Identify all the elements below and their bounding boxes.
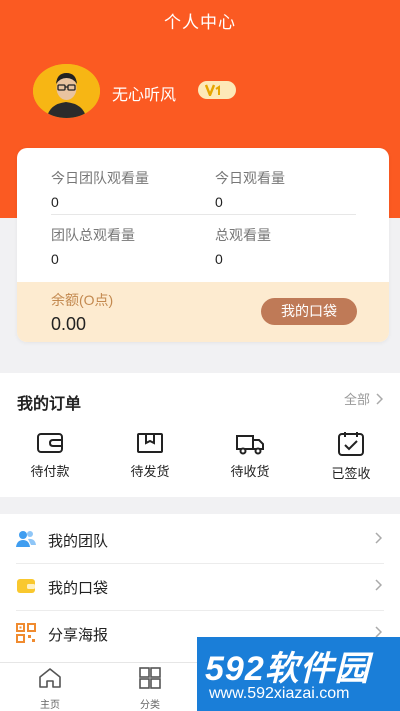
home-icon [39,668,61,688]
stat-today-views: 今日观看量 0 [215,168,285,210]
menu-label: 分享海报 [48,627,109,644]
stats-card: 今日团队观看量 0 今日观看量 0 团队总观看量 0 总观看量 0 余额(O点)… [17,148,389,342]
stat-value: 0 [215,251,223,267]
my-pocket-button[interactable]: 我的口袋 [261,298,357,325]
menu-item-my-pocket[interactable]: 我的口袋 [0,563,400,609]
order-signed[interactable]: 已签收 [316,431,386,482]
vip-level-icon [205,84,220,96]
grid-icon [139,667,161,689]
orders-all-link[interactable]: 全部 [344,389,383,408]
qrcode-icon [16,623,36,643]
tab-home[interactable]: 主页 [20,667,80,711]
stat-today-team-views: 今日团队观看量 0 [51,168,149,210]
truck-icon [236,435,264,455]
balance-area: 余额(O点) 0.00 我的口袋 [17,282,389,342]
watermark-url: www.592xiazai.com [209,685,350,702]
order-label: 已签收 [331,466,371,481]
stat-label: 今日观看量 [215,170,285,186]
divider [51,214,356,215]
signed-check-icon [338,432,364,456]
package-icon [137,433,163,453]
stat-label: 团队总观看量 [51,227,135,243]
tab-label: 主页 [40,700,60,711]
stat-team-total-views: 团队总观看量 0 [51,225,135,267]
tab-category[interactable]: 分类 [120,667,180,711]
page-title: 个人中心 [164,13,236,32]
stat-label: 今日团队观看量 [51,170,149,186]
chevron-right-icon [375,579,382,591]
username: 无心听风 [112,87,177,104]
tab-label: 分类 [140,700,160,711]
order-label: 待发货 [130,464,170,479]
stat-total-views: 总观看量 0 [215,225,271,267]
stat-value: 0 [215,194,223,210]
balance-value: 0.00 [51,314,87,334]
avatar[interactable] [33,64,100,118]
wallet-icon [37,433,63,453]
watermark-overlay: 592软件园 www.592xiazai.com [197,637,400,711]
menu-label: 我的口袋 [48,580,109,597]
orders-title: 我的订单 [17,396,82,413]
vip-badge [198,81,236,99]
orders-all-label: 全部 [343,392,370,407]
menu-label: 我的团队 [48,533,109,550]
order-pending-shipment[interactable]: 待发货 [115,431,185,480]
avatar-image [33,64,100,118]
watermark-title: 592软件园 [205,650,370,688]
balance-label: 余额(O点) [51,292,114,308]
chevron-right-icon [376,392,383,405]
pocket-icon [17,579,35,593]
chevron-right-icon [375,532,382,544]
stat-label: 总观看量 [215,227,271,243]
stat-value: 0 [51,194,59,210]
orders-card: 我的订单 全部 待付款 待发货 待收货 已签收 [0,373,400,497]
order-label: 待付款 [30,464,70,479]
order-pending-receipt[interactable]: 待收货 [215,431,285,480]
stat-value: 0 [51,251,59,267]
menu-item-my-team[interactable]: 我的团队 [0,516,400,562]
team-icon [16,531,36,547]
order-label: 待收货 [230,464,270,479]
order-pending-payment[interactable]: 待付款 [15,431,85,480]
